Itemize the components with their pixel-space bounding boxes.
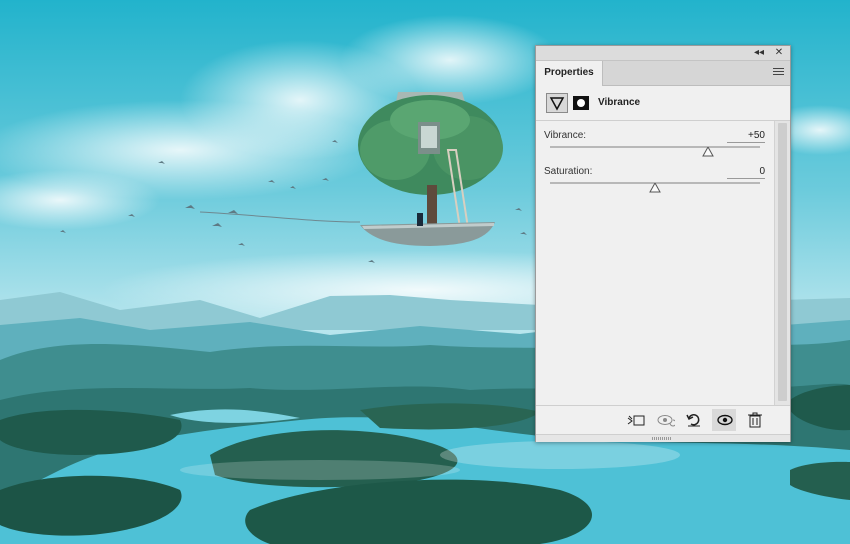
scrollbar-thumb[interactable] <box>778 123 787 401</box>
properties-panel: ◂◂ ✕ Properties Vibrance Vibrance: +50 S… <box>535 45 791 442</box>
adjustment-name: Vibrance <box>598 97 641 108</box>
vibrance-value-field[interactable]: +50 <box>727 130 765 143</box>
panel-scrollbar[interactable] <box>774 121 790 405</box>
trash-icon[interactable] <box>742 409 766 431</box>
layer-mask-icon[interactable] <box>573 96 589 110</box>
vibrance-label: Vibrance: <box>544 130 587 141</box>
vibrance-adjustment-icon[interactable] <box>546 93 568 113</box>
panel-resize-grip[interactable] <box>536 434 790 442</box>
panel-footer <box>536 405 790 434</box>
tab-properties[interactable]: Properties <box>536 61 603 86</box>
close-panel-button[interactable]: ✕ <box>772 46 786 60</box>
view-previous-state-icon[interactable] <box>653 409 677 431</box>
adjustment-header: Vibrance <box>536 86 790 121</box>
saturation-label: Saturation: <box>544 166 593 177</box>
panel-tab-row: Properties <box>536 61 790 86</box>
saturation-slider-thumb[interactable] <box>649 183 661 193</box>
vibrance-slider-thumb[interactable] <box>701 147 714 157</box>
saturation-value-field[interactable]: 0 <box>727 166 765 179</box>
panel-title-bar[interactable]: ◂◂ ✕ <box>536 46 790 61</box>
saturation-slider-track[interactable] <box>550 182 760 193</box>
reset-icon[interactable] <box>681 409 705 431</box>
clip-to-layer-icon[interactable] <box>623 409 647 431</box>
visibility-eye-icon[interactable] <box>712 409 736 431</box>
vibrance-slider-track[interactable] <box>550 146 760 157</box>
panel-menu-icon[interactable] <box>773 68 784 78</box>
collapse-panel-button[interactable]: ◂◂ <box>752 46 766 60</box>
